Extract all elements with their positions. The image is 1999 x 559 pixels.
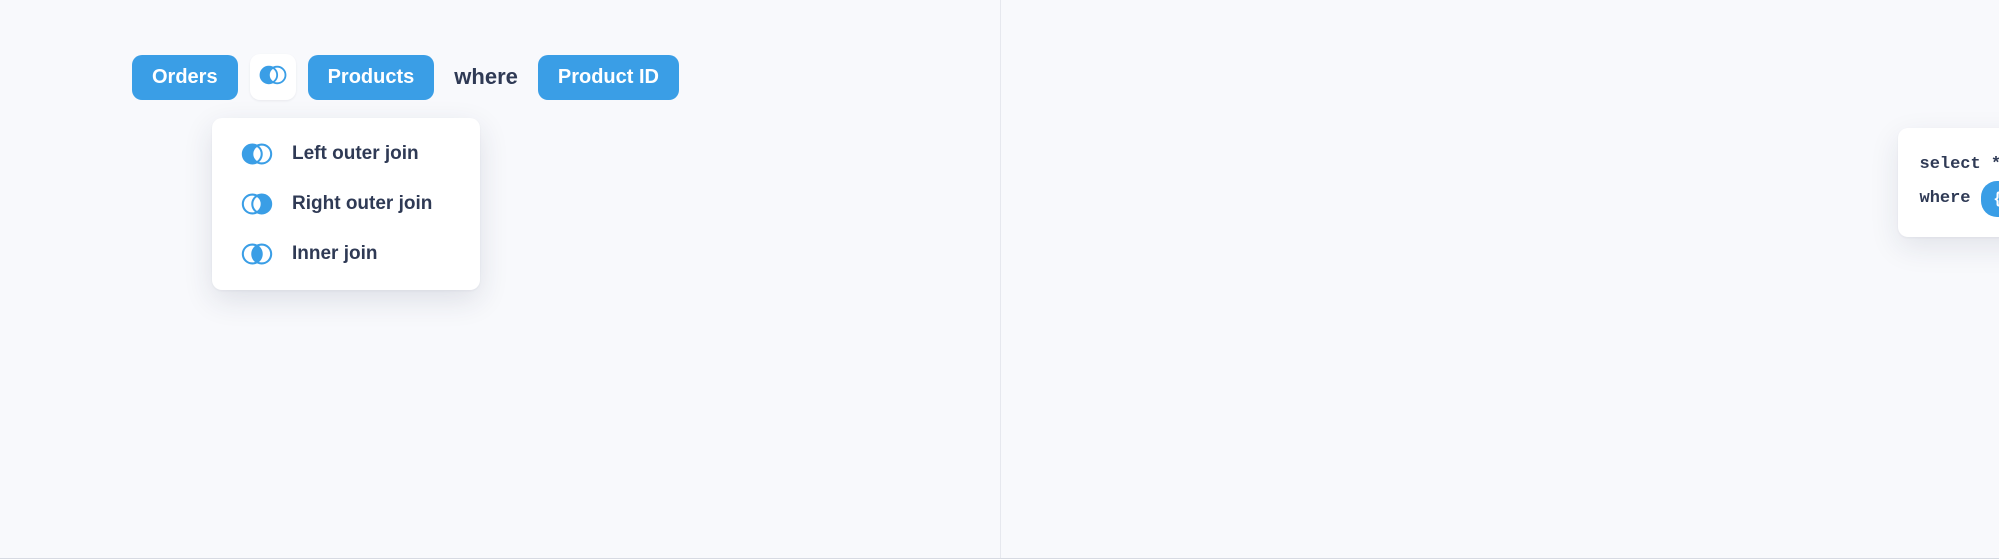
join-option-label: Right outer join (292, 193, 432, 215)
sql-variable-pill[interactable]: {{product}} (1981, 181, 1999, 218)
left-outer-join-icon (240, 142, 274, 166)
right-outer-join-icon (240, 192, 274, 216)
where-label: where (454, 64, 518, 90)
query-builder-row: Orders Products where Product ID (132, 54, 679, 100)
sql-snippet-card: select * from ORDERS where {{product}} (1898, 128, 1999, 237)
join-type-button[interactable] (250, 54, 296, 100)
inner-join-icon (240, 242, 274, 266)
sql-line-1: select * from ORDERS (1920, 150, 1999, 181)
joined-table-chip[interactable]: Products (308, 55, 435, 100)
join-type-menu: Left outer join Right outer join Inner j… (212, 118, 480, 290)
join-option-inner[interactable]: Inner join (240, 242, 452, 266)
sql-pane: select * from ORDERS where {{product}} F… (1000, 0, 1999, 559)
source-table-chip[interactable]: Orders (132, 55, 238, 100)
join-option-right-outer[interactable]: Right outer join (240, 192, 452, 216)
join-option-label: Left outer join (292, 143, 419, 165)
join-option-label: Inner join (292, 243, 378, 265)
sql-where-keyword: where (1920, 184, 1971, 215)
where-field-chip[interactable]: Product ID (538, 55, 679, 100)
notebook-pane: Orders Products where Product ID Left ou… (0, 0, 1000, 559)
join-option-left-outer[interactable]: Left outer join (240, 142, 452, 166)
left-outer-join-icon (258, 65, 288, 90)
